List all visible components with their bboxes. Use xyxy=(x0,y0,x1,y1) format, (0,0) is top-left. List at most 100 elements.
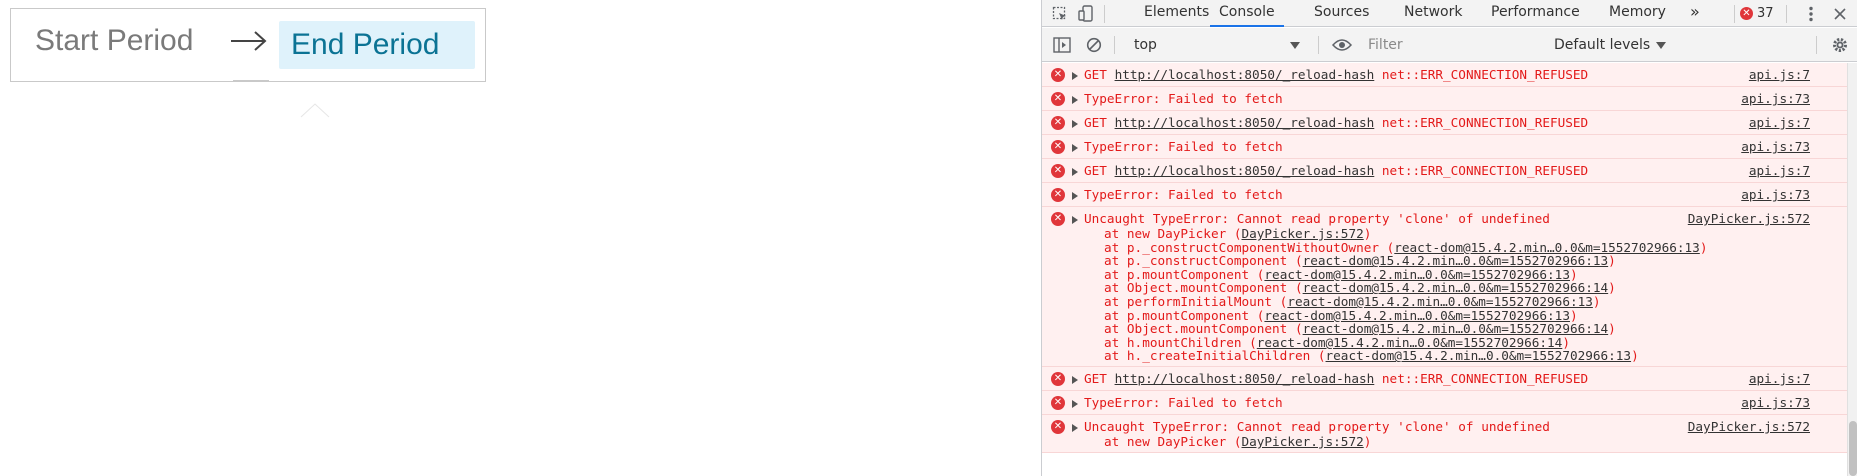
gear-icon[interactable] xyxy=(1826,31,1854,58)
message-text: TypeError: Failed to fetch xyxy=(1084,91,1283,106)
request-url-link[interactable]: http://localhost:8050/_reload-hash xyxy=(1115,115,1375,130)
error-icon: ✕ xyxy=(1740,7,1753,20)
toolbar-separator xyxy=(1816,36,1817,54)
source-location-link[interactable]: api.js:7 xyxy=(1749,371,1810,387)
expand-triangle-icon[interactable] xyxy=(1072,144,1078,152)
calendar-caret-icon xyxy=(300,103,330,118)
stack-frame-link[interactable]: react-dom@15.4.2.min…0.0&m=1552702966:13 xyxy=(1326,348,1632,363)
source-location-link[interactable]: api.js:7 xyxy=(1749,67,1810,83)
tab-console[interactable]: Console xyxy=(1210,0,1284,27)
stack-frame-link[interactable]: DayPicker.js:572 xyxy=(1242,434,1364,449)
source-location-link[interactable]: api.js:7 xyxy=(1749,115,1810,131)
request-url-link[interactable]: http://localhost:8050/_reload-hash xyxy=(1115,371,1375,386)
expand-triangle-icon[interactable] xyxy=(1072,400,1078,408)
stack-frame: at p.mountComponent (react-dom@15.4.2.mi… xyxy=(1104,266,1578,282)
message-text: GET http://localhost:8050/_reload-hash n… xyxy=(1084,115,1589,130)
console-message[interactable]: ✕ TypeError: Failed to fetch api.js:73 xyxy=(1042,135,1848,159)
console-toolbar: top Default levels xyxy=(1042,28,1857,62)
console-message[interactable]: ✕ Uncaught TypeError: Cannot read propert… xyxy=(1042,207,1848,367)
filter-input[interactable] xyxy=(1362,32,1542,58)
error-icon: ✕ xyxy=(1051,68,1065,82)
console-scrollbar[interactable] xyxy=(1847,63,1857,476)
start-period-input[interactable]: Start Period xyxy=(35,23,193,59)
console-message[interactable]: ✕ GET http://localhost:8050/_reload-hash … xyxy=(1042,367,1848,391)
stack-frame: at h.mountChildren (react-dom@15.4.2.min… xyxy=(1104,334,1570,350)
expand-triangle-icon[interactable] xyxy=(1072,376,1078,384)
stack-frame: at performInitialMount (react-dom@15.4.2… xyxy=(1104,293,1601,309)
source-location-link[interactable]: api.js:73 xyxy=(1741,139,1810,155)
app-page: Start Period End Period xyxy=(0,0,1041,476)
devtools-panel: Elements Console Sources Network Perform… xyxy=(1041,0,1857,476)
stack-frame: at Object.mountComponent (react-dom@15.4… xyxy=(1104,280,1616,296)
stack-frame: at Object.mountComponent (react-dom@15.4… xyxy=(1104,321,1616,337)
arrow-right-icon xyxy=(231,31,267,51)
stack-frame: at p._constructComponent (react-dom@15.4… xyxy=(1104,253,1616,269)
error-icon: ✕ xyxy=(1051,92,1065,106)
clear-console-icon[interactable] xyxy=(1080,31,1108,58)
error-icon: ✕ xyxy=(1051,212,1065,226)
tab-performance[interactable]: Performance xyxy=(1491,0,1580,27)
more-options-icon[interactable] xyxy=(1797,0,1825,27)
context-select[interactable]: top xyxy=(1128,33,1308,57)
more-tabs-chevron-icon[interactable]: » xyxy=(1690,0,1700,27)
source-location-link[interactable]: api.js:73 xyxy=(1741,187,1810,203)
show-sidebar-icon[interactable] xyxy=(1048,31,1076,58)
tab-memory[interactable]: Memory xyxy=(1609,0,1666,27)
error-icon: ✕ xyxy=(1051,188,1065,202)
inspect-element-icon[interactable] xyxy=(1046,0,1074,27)
console-message[interactable]: ✕ GET http://localhost:8050/_reload-hash … xyxy=(1042,159,1848,183)
source-location-link[interactable]: api.js:73 xyxy=(1741,395,1810,411)
close-icon[interactable] xyxy=(1826,0,1854,27)
error-icon: ✕ xyxy=(1051,396,1065,410)
message-text: TypeError: Failed to fetch xyxy=(1084,187,1283,202)
tab-network[interactable]: Network xyxy=(1404,0,1462,27)
expand-triangle-icon[interactable] xyxy=(1072,168,1078,176)
console-message[interactable]: ✕ TypeError: Failed to fetch api.js:73 xyxy=(1042,87,1848,111)
error-counter[interactable]: ✕ 37 xyxy=(1740,0,1774,27)
console-message[interactable]: ✕ GET http://localhost:8050/_reload-hash … xyxy=(1042,63,1848,87)
tab-elements[interactable]: Elements xyxy=(1144,0,1209,27)
stack-frame: at p._constructComponentWithoutOwner (re… xyxy=(1104,239,1708,255)
chevron-down-icon xyxy=(1290,42,1300,49)
expand-triangle-icon[interactable] xyxy=(1072,120,1078,128)
error-icon: ✕ xyxy=(1051,372,1065,386)
stack-frame: at h._createInitialChildren (react-dom@1… xyxy=(1104,348,1639,364)
stack-frame-link[interactable]: DayPicker.js:572 xyxy=(1242,226,1364,241)
expand-triangle-icon[interactable] xyxy=(1072,192,1078,200)
console-message[interactable]: ✕ TypeError: Failed to fetch api.js:73 xyxy=(1042,391,1848,415)
error-icon: ✕ xyxy=(1051,164,1065,178)
source-location-link[interactable]: api.js:73 xyxy=(1741,91,1810,107)
date-range-picker[interactable]: Start Period End Period xyxy=(10,8,486,82)
console-message[interactable]: ✕ TypeError: Failed to fetch api.js:73 xyxy=(1042,183,1848,207)
error-icon: ✕ xyxy=(1051,116,1065,130)
device-toolbar-icon[interactable] xyxy=(1072,0,1100,27)
chevron-down-icon xyxy=(1656,41,1667,49)
source-location-link[interactable]: DayPicker.js:572 xyxy=(1688,419,1810,435)
stack-trace: at new DayPicker (DayPicker.js:572) at p.… xyxy=(1104,227,1707,363)
expand-triangle-icon[interactable] xyxy=(1072,72,1078,80)
message-text: GET http://localhost:8050/_reload-hash n… xyxy=(1084,163,1589,178)
expand-triangle-icon[interactable] xyxy=(1072,424,1078,432)
error-icon: ✕ xyxy=(1051,420,1065,434)
source-location-link[interactable]: api.js:7 xyxy=(1749,163,1810,179)
screen: Start Period End Period Elements Console… xyxy=(0,0,1857,476)
eye-icon[interactable] xyxy=(1328,31,1356,58)
log-levels-label: Default levels xyxy=(1554,37,1651,53)
end-period-input[interactable]: End Period xyxy=(279,21,475,69)
error-icon: ✕ xyxy=(1051,140,1065,154)
scrollbar-thumb[interactable] xyxy=(1849,421,1857,476)
tab-sources[interactable]: Sources xyxy=(1314,0,1369,27)
tab-separator xyxy=(1104,5,1105,23)
log-levels-select[interactable]: Default levels xyxy=(1554,33,1667,57)
console-message[interactable]: ✕ GET http://localhost:8050/_reload-hash … xyxy=(1042,111,1848,135)
expand-triangle-icon[interactable] xyxy=(1072,216,1078,224)
error-count: 37 xyxy=(1757,5,1774,21)
stack-frame: at new DayPicker (DayPicker.js:572) xyxy=(1104,226,1372,241)
message-text: GET http://localhost:8050/_reload-hash n… xyxy=(1084,67,1589,82)
console-message[interactable]: ✕ Uncaught TypeError: Cannot read propert… xyxy=(1042,415,1848,453)
request-url-link[interactable]: http://localhost:8050/_reload-hash xyxy=(1115,67,1375,82)
stack-frame: at new DayPicker (DayPicker.js:572) xyxy=(1104,434,1372,449)
source-location-link[interactable]: DayPicker.js:572 xyxy=(1688,211,1810,227)
request-url-link[interactable]: http://localhost:8050/_reload-hash xyxy=(1115,163,1375,178)
expand-triangle-icon[interactable] xyxy=(1072,96,1078,104)
